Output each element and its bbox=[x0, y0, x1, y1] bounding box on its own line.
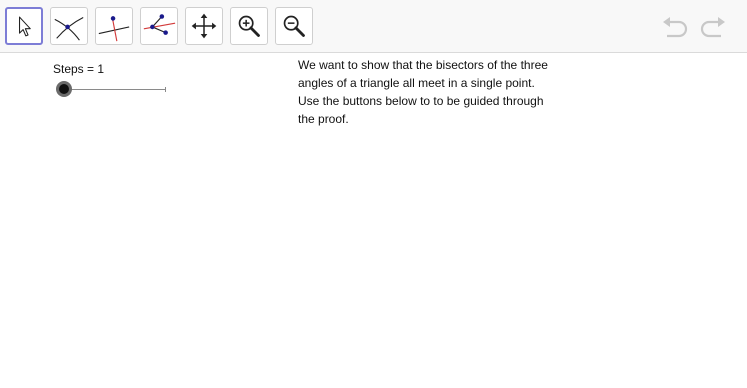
zoom-out-tool-button[interactable] bbox=[275, 7, 313, 45]
angle-bisector-tool-button[interactable] bbox=[140, 7, 178, 45]
zoom-out-icon bbox=[283, 15, 305, 37]
zoom-in-icon bbox=[238, 15, 260, 37]
toolbar bbox=[0, 0, 747, 53]
angle-bisector-icon bbox=[143, 14, 176, 35]
description-line: the proof. bbox=[298, 112, 349, 126]
move-pointer-icon bbox=[18, 16, 31, 37]
move-graphics-view-tool-button[interactable] bbox=[185, 7, 223, 45]
undo-button[interactable] bbox=[661, 14, 691, 40]
move-tool-button[interactable] bbox=[5, 7, 43, 45]
redo-button[interactable] bbox=[697, 14, 727, 40]
zoom-in-tool-button[interactable] bbox=[230, 7, 268, 45]
description-line: Use the buttons below to to be guided th… bbox=[298, 94, 544, 108]
slider-track[interactable] bbox=[64, 89, 166, 90]
intersect-tool-button[interactable] bbox=[50, 7, 88, 45]
redo-icon bbox=[700, 17, 725, 38]
perpendicular-bisector-tool-button[interactable] bbox=[95, 7, 133, 45]
description-line: We want to show that the bisectors of th… bbox=[298, 58, 548, 72]
description-line: angles of a triangle all meet in a singl… bbox=[298, 76, 535, 90]
intersect-icon bbox=[54, 16, 84, 41]
undo-icon bbox=[663, 17, 688, 38]
slider-track-end bbox=[165, 87, 166, 92]
description-text: We want to show that the bisectors of th… bbox=[298, 56, 578, 128]
move-graphics-view-icon bbox=[191, 13, 217, 39]
slider-label: Steps = 1 bbox=[53, 62, 105, 76]
slider-knob[interactable] bbox=[56, 81, 72, 97]
perpendicular-bisector-icon bbox=[98, 16, 130, 42]
